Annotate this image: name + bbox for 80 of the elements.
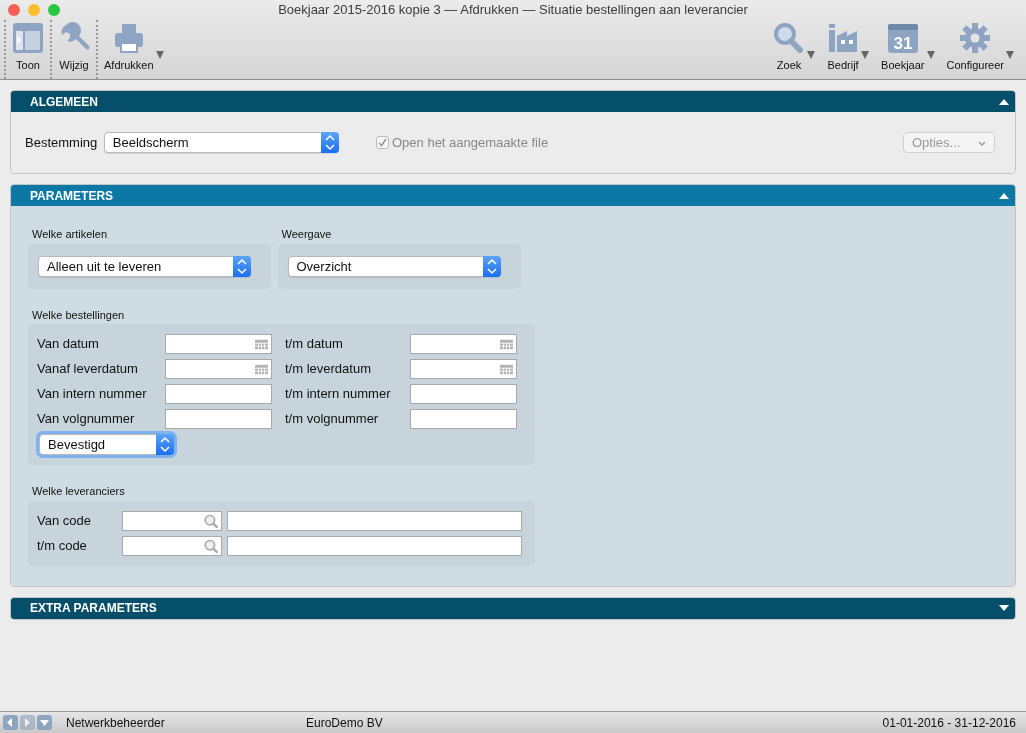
toolbar-button[interactable]: Bedrijf — [827, 21, 860, 73]
code-field[interactable] — [122, 510, 222, 531]
calendar-icon — [255, 338, 268, 350]
date-field[interactable] — [165, 334, 272, 354]
back-button[interactable] — [3, 715, 18, 730]
window-title: Boekjaar 2015-2016 kopie 3 — Afdrukken — Situatie bestellingen aan leverancier — [278, 1, 748, 19]
expand-icon[interactable] — [999, 605, 1009, 611]
toolbar-button[interactable]: Wijzig — [58, 21, 90, 73]
section-title: ALGEMEEN — [30, 93, 98, 111]
toolbar-button[interactable]: Configureer — [946, 21, 1004, 73]
field-label: Vanaf leverdatum — [37, 360, 139, 379]
chevron-down-icon — [978, 139, 986, 146]
factory-icon — [827, 21, 860, 54]
name-field[interactable] — [227, 510, 522, 531]
section-header[interactable]: PARAMETERS — [11, 185, 1015, 206]
stepper-icon — [233, 255, 251, 277]
printer-icon — [112, 21, 145, 54]
stepper-icon — [320, 132, 339, 153]
date-field[interactable] — [410, 359, 517, 379]
group-label: Welke artikelen — [32, 227, 108, 242]
user-name: Netwerkbeheerder — [66, 714, 166, 732]
calendar-icon — [500, 338, 513, 350]
status-dropdown[interactable]: Bevestigd — [39, 434, 174, 455]
field-label: Bestemming — [25, 133, 98, 152]
layout-icon — [12, 21, 44, 54]
toolbar-button[interactable]: 31 Boekjaar — [881, 21, 925, 73]
group-label: Welke leveranciers — [32, 484, 126, 499]
fiscal-period: 01-01-2016 - 31-12-2016 — [882, 714, 1016, 732]
field-label: Van volgnummer — [37, 410, 136, 429]
field-label: t/m datum — [284, 335, 344, 354]
dropdown-arrow-icon[interactable] — [155, 51, 164, 59]
code-field[interactable] — [122, 535, 222, 556]
dropdown-arrow-icon[interactable] — [1006, 51, 1014, 59]
zoom-button[interactable] — [48, 4, 60, 16]
field-label: t/m intern nummer — [284, 385, 392, 404]
stepper-icon — [156, 434, 174, 455]
field-label: Van intern nummer — [37, 385, 148, 404]
section-header[interactable]: EXTRA PARAMETERS — [11, 597, 1015, 619]
calendar-icon — [255, 363, 268, 375]
toolbar-button[interactable]: Afdrukken — [104, 21, 154, 73]
stepper-icon — [482, 255, 501, 277]
search-icon — [204, 512, 218, 529]
name-field[interactable] — [227, 535, 522, 556]
search-icon — [773, 21, 806, 54]
down-button[interactable] — [37, 715, 52, 730]
field-label: t/m code — [37, 536, 88, 555]
group-label: Weergave — [281, 227, 333, 242]
date-field[interactable] — [165, 359, 272, 379]
calendar-icon — [500, 363, 513, 375]
text-field[interactable] — [410, 384, 517, 404]
section-title: PARAMETERS — [30, 187, 114, 205]
checkbox-label: Open het aangemaakte file — [392, 133, 549, 152]
section-header[interactable]: ALGEMEEN — [11, 91, 1015, 112]
toolbar-button[interactable]: Zoek — [773, 21, 806, 73]
forward-button[interactable] — [20, 715, 35, 730]
minimize-button[interactable] — [28, 4, 40, 16]
dropdown-arrow-icon[interactable] — [926, 51, 935, 59]
field-label: Van code — [37, 511, 92, 530]
dropdown-arrow-icon[interactable] — [807, 51, 816, 59]
text-field[interactable] — [410, 409, 517, 429]
field-label: Van datum — [37, 335, 100, 354]
dropdown-arrow-icon[interactable] — [861, 51, 870, 59]
destination-dropdown[interactable]: Beeldscherm — [103, 132, 339, 153]
field-label: t/m volgnummer — [284, 410, 380, 429]
text-field[interactable] — [165, 384, 272, 404]
collapse-icon[interactable] — [999, 192, 1009, 199]
group-label: Welke bestellingen — [32, 307, 126, 323]
calendar-icon: 31 — [886, 21, 919, 54]
articles-dropdown[interactable]: Alleen uit te leveren — [38, 255, 251, 277]
company-name: EuroDemo BV — [306, 714, 383, 732]
field-label: t/m leverdatum — [284, 360, 372, 379]
collapse-icon[interactable] — [999, 98, 1009, 105]
text-field[interactable] — [165, 409, 272, 429]
section-title: EXTRA PARAMETERS — [30, 600, 157, 617]
date-field[interactable] — [410, 334, 517, 354]
search-icon — [204, 537, 218, 554]
view-dropdown[interactable]: Overzicht — [287, 255, 501, 277]
toolbar-button[interactable]: Toon — [12, 21, 44, 73]
close-button[interactable] — [8, 4, 20, 16]
gear-icon — [959, 21, 992, 54]
